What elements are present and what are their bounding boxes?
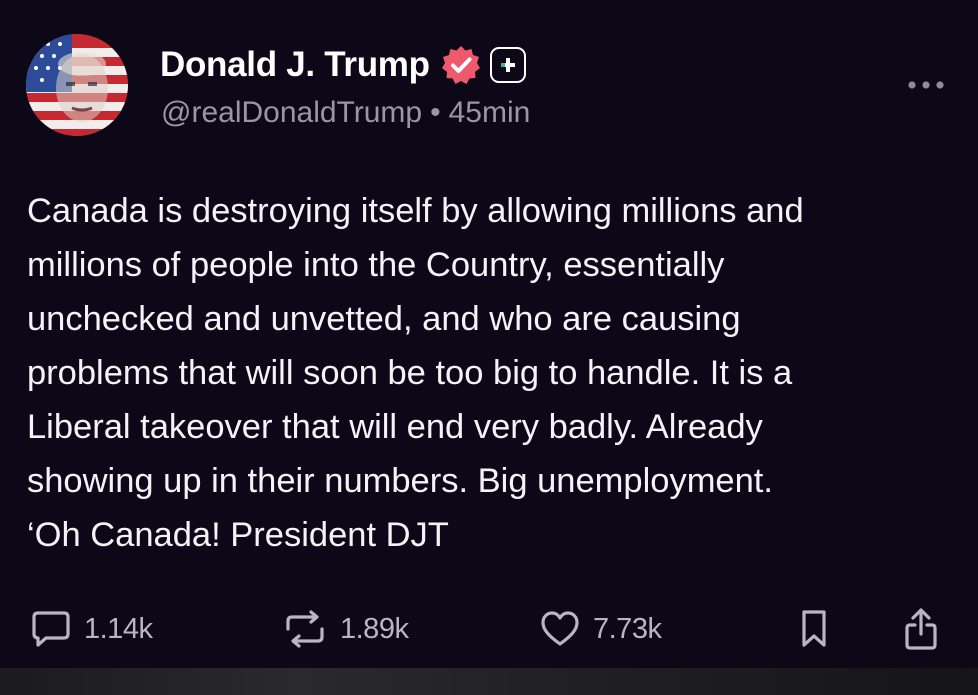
reply-button[interactable]: 1.14k <box>30 606 153 652</box>
post-body-line: millions of people into the Country, ess… <box>27 246 725 284</box>
verified-badge-icon <box>440 44 482 86</box>
post-timestamp[interactable]: 45min <box>449 96 531 129</box>
like-button[interactable]: 7.73k <box>539 606 662 652</box>
author-meta: @realDonaldTrump • 45min <box>161 96 530 130</box>
bookmark-button[interactable] <box>796 606 832 652</box>
repost-count: 1.89k <box>340 612 409 645</box>
more-horizontal-icon <box>908 81 944 89</box>
post-card: Donald J. Trump @realDonaldTrump • 45min C… <box>0 0 978 668</box>
more-options-button[interactable] <box>903 72 949 98</box>
bottom-edge-strip <box>0 668 978 695</box>
bookmark-icon <box>796 608 832 650</box>
post-actions-bar: 1.14k 1.89k 7.73k <box>0 606 978 652</box>
reply-count: 1.14k <box>84 612 153 645</box>
post-body-line: Canada is destroying itself by allowing … <box>27 192 804 230</box>
plus-icon <box>489 47 526 83</box>
post-body-line: problems that will soon be too big to ha… <box>27 354 793 392</box>
meta-separator: • <box>430 96 441 129</box>
author-name-row: Donald J. Trump <box>160 42 526 88</box>
like-count: 7.73k <box>593 612 662 645</box>
post-body-line: unchecked and unvetted, and who are caus… <box>27 300 741 338</box>
avatar[interactable] <box>26 34 128 136</box>
post-body-line: Liberal takeover that will end very badl… <box>27 408 763 446</box>
share-button[interactable] <box>902 606 940 652</box>
reply-bubble-icon <box>30 609 72 649</box>
post-body: Canada is destroying itself by allowing … <box>27 184 962 562</box>
post-body-line: showing up in their numbers. Big unemplo… <box>27 462 773 500</box>
author-handle[interactable]: @realDonaldTrump <box>161 96 422 129</box>
avatar-image <box>26 34 128 136</box>
heart-icon <box>539 609 581 649</box>
repost-icon <box>282 609 328 649</box>
share-icon <box>902 607 940 651</box>
post-body-line: ‘Oh Canada! President DJT <box>27 516 449 554</box>
repost-button[interactable]: 1.89k <box>282 606 409 652</box>
author-display-name[interactable]: Donald J. Trump <box>160 45 430 85</box>
